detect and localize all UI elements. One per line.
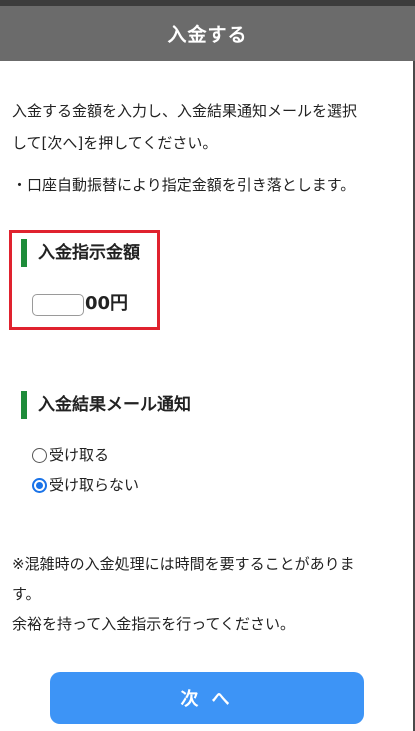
intro-line-2: して[次へ]を押してください。	[12, 134, 218, 152]
caution-line-3: 余裕を持って入金指示を行ってください。	[12, 615, 296, 633]
radio-receive[interactable]	[32, 447, 47, 463]
next-button[interactable]: 次 へ	[50, 672, 364, 724]
amount-section-title: 入金指示金額	[38, 243, 140, 263]
amount-input[interactable]	[32, 294, 84, 316]
mail-section-bar	[21, 391, 27, 419]
radio-not-receive[interactable]	[32, 477, 47, 493]
radio-option-not-receive[interactable]: 受け取らない	[32, 473, 139, 497]
radio-option-receive[interactable]: 受け取る	[32, 443, 109, 467]
caution-line-1: ※混雑時の入金処理には時間を要することがありま	[12, 555, 355, 573]
caution-text: ※混雑時の入金処理には時間を要することがありま す。 余裕を持って入金指示を行っ…	[12, 549, 402, 639]
radio-receive-label: 受け取る	[49, 446, 110, 464]
page-title: 入金する	[167, 24, 248, 46]
intro-line-1: 入金する金額を入力し、入金結果通知メールを選択	[12, 102, 358, 120]
mail-section-title: 入金結果メール通知	[38, 395, 191, 415]
amount-section-bar	[21, 239, 27, 267]
auto-debit-notice: ・口座自動振替により指定金額を引き落とします。	[12, 176, 356, 194]
page-header: 入金する	[0, 6, 415, 61]
caution-line-2: す。	[12, 585, 41, 603]
radio-not-receive-label: 受け取らない	[49, 476, 140, 494]
intro-text: 入金する金額を入力し、入金結果通知メールを選択 して[次へ]を押してください。	[12, 97, 402, 157]
amount-suffix: 00円	[85, 293, 129, 314]
